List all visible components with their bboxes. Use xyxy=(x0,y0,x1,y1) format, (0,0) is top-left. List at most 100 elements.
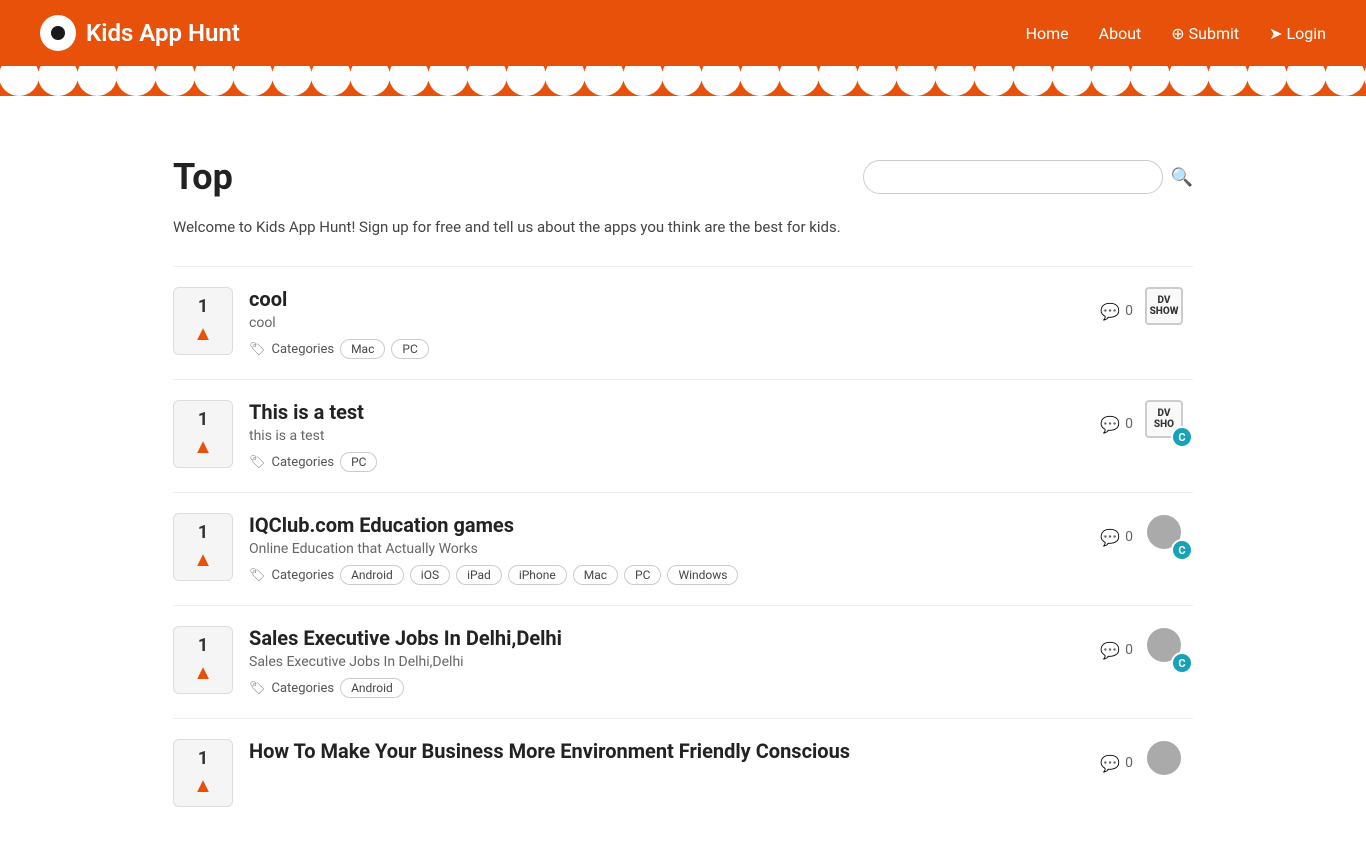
app-right: 💬 0 xyxy=(1100,739,1193,787)
vote-box: 1 ▲ xyxy=(173,513,233,581)
tag-badge[interactable]: PC xyxy=(391,339,428,359)
comment-count: 💬 0 xyxy=(1100,754,1133,773)
plus-icon: ⊕ xyxy=(1171,24,1184,43)
tag-badge[interactable]: Windows xyxy=(667,565,738,585)
avatar: C xyxy=(1145,626,1193,674)
tag-badge[interactable]: Android xyxy=(340,565,404,585)
comment-icon: 💬 xyxy=(1100,415,1120,434)
tag-badge[interactable]: Mac xyxy=(573,565,618,585)
app-description: Sales Executive Jobs In Delhi,Delhi xyxy=(249,654,1084,670)
page-title: Top xyxy=(173,156,233,198)
app-description: Online Education that Actually Works xyxy=(249,541,1084,557)
upvote-button[interactable]: ▲ xyxy=(193,434,213,459)
tag-badge[interactable]: Android xyxy=(340,678,404,698)
upvote-button[interactable]: ▲ xyxy=(193,660,213,685)
tag-icon: 🏷 xyxy=(249,681,266,696)
comment-number: 0 xyxy=(1125,642,1133,658)
app-tags: 🏷 Categories Mac PC xyxy=(249,339,1084,359)
vote-count: 1 xyxy=(198,522,208,543)
app-name[interactable]: cool xyxy=(249,287,1084,311)
comment-count: 💬 0 xyxy=(1100,641,1133,660)
list-item: 1 ▲ This is a test this is a test 🏷 Cate… xyxy=(173,379,1193,492)
upvote-button[interactable]: ▲ xyxy=(193,321,213,346)
logo-link[interactable]: Kids App Hunt xyxy=(40,15,240,51)
main-nav: Home About ⊕ Submit ➤ Login xyxy=(1026,24,1326,43)
comment-icon: 💬 xyxy=(1100,641,1120,660)
search-button[interactable]: 🔍 xyxy=(1171,167,1193,188)
upvote-button[interactable]: ▲ xyxy=(193,773,213,798)
user-avatar xyxy=(1145,739,1183,777)
comment-count: 💬 0 xyxy=(1100,415,1133,434)
tag-badge[interactable]: Mac xyxy=(340,339,385,359)
categories-label: Categories xyxy=(272,455,335,470)
app-right: 💬 0 DVSHOW xyxy=(1100,287,1193,335)
comment-count: 💬 0 xyxy=(1100,302,1133,321)
tag-badge[interactable]: iOS xyxy=(410,565,450,585)
main-content: Top 🔍 Welcome to Kids App Hunt! Sign up … xyxy=(133,96,1233,867)
app-name[interactable]: Sales Executive Jobs In Delhi,Delhi xyxy=(249,626,1084,650)
avatar: DVSHO C xyxy=(1145,400,1193,448)
scallop-border xyxy=(0,66,1366,96)
tag-icon: 🏷 xyxy=(249,455,266,470)
comment-count: 💬 0 xyxy=(1100,528,1133,547)
avatar: DVSHOW xyxy=(1145,287,1193,335)
dv-logo: DVSHOW xyxy=(1145,287,1183,325)
app-description: this is a test xyxy=(249,428,1084,444)
app-name[interactable]: IQClub.com Education games xyxy=(249,513,1084,537)
app-name[interactable]: How To Make Your Business More Environme… xyxy=(249,739,1084,763)
categories-label: Categories xyxy=(272,342,335,357)
nav-submit[interactable]: ⊕ Submit xyxy=(1171,24,1239,43)
vote-box: 1 ▲ xyxy=(173,400,233,468)
app-info: Sales Executive Jobs In Delhi,Delhi Sale… xyxy=(249,626,1084,698)
tag-icon: 🏷 xyxy=(249,568,266,583)
vote-count: 1 xyxy=(198,635,208,656)
app-info: cool cool 🏷 Categories Mac PC xyxy=(249,287,1084,359)
nav-home[interactable]: Home xyxy=(1026,24,1069,43)
app-tags: 🏷 Categories Android iOS iPad iPhone Mac PC Wi… xyxy=(249,565,1084,585)
categories-label: Categories xyxy=(272,568,335,583)
comment-icon: 💬 xyxy=(1100,754,1120,773)
welcome-text: Welcome to Kids App Hunt! Sign up for fr… xyxy=(173,218,1193,236)
top-section: Top 🔍 xyxy=(173,156,1193,198)
avatar xyxy=(1145,739,1193,787)
circle-arrow-icon: ➤ xyxy=(1269,24,1282,43)
user-badge: C xyxy=(1171,652,1193,674)
app-tags: 🏷 Categories PC xyxy=(249,452,1084,472)
app-info: This is a test this is a test 🏷 Categori… xyxy=(249,400,1084,472)
upvote-button[interactable]: ▲ xyxy=(193,547,213,572)
nav-login[interactable]: ➤ Login xyxy=(1269,24,1326,43)
tag-badge[interactable]: iPad xyxy=(456,565,502,585)
app-right: 💬 0 C xyxy=(1100,513,1193,561)
app-list: 1 ▲ cool cool 🏷 Categories Mac PC 💬 0 DVS… xyxy=(173,266,1193,827)
vote-box: 1 ▲ xyxy=(173,739,233,807)
vote-box: 1 ▲ xyxy=(173,287,233,355)
vote-count: 1 xyxy=(198,748,208,769)
search-bar: 🔍 xyxy=(863,160,1193,194)
app-right: 💬 0 DVSHO C xyxy=(1100,400,1193,448)
tag-badge[interactable]: iPhone xyxy=(508,565,567,585)
tag-badge[interactable]: PC xyxy=(624,565,661,585)
categories-label: Categories xyxy=(272,681,335,696)
nav-about[interactable]: About xyxy=(1099,24,1142,43)
app-description: cool xyxy=(249,315,1084,331)
list-item: 1 ▲ cool cool 🏷 Categories Mac PC 💬 0 DVS… xyxy=(173,266,1193,379)
user-badge: C xyxy=(1171,539,1193,561)
app-info: IQClub.com Education games Online Educat… xyxy=(249,513,1084,585)
list-item: 1 ▲ Sales Executive Jobs In Delhi,Delhi … xyxy=(173,605,1193,718)
app-name[interactable]: This is a test xyxy=(249,400,1084,424)
user-badge: C xyxy=(1171,426,1193,448)
search-input[interactable] xyxy=(863,160,1163,194)
app-right: 💬 0 C xyxy=(1100,626,1193,674)
comment-number: 0 xyxy=(1125,529,1133,545)
vote-box: 1 ▲ xyxy=(173,626,233,694)
comment-number: 0 xyxy=(1125,755,1133,771)
comment-number: 0 xyxy=(1125,303,1133,319)
logo-text: Kids App Hunt xyxy=(86,19,240,47)
tag-badge[interactable]: PC xyxy=(340,452,377,472)
app-info: How To Make Your Business More Environme… xyxy=(249,739,1084,771)
comment-icon: 💬 xyxy=(1100,528,1120,547)
vote-count: 1 xyxy=(198,296,208,317)
tag-icon: 🏷 xyxy=(249,342,266,357)
avatar: C xyxy=(1145,513,1193,561)
logo-icon xyxy=(40,15,76,51)
